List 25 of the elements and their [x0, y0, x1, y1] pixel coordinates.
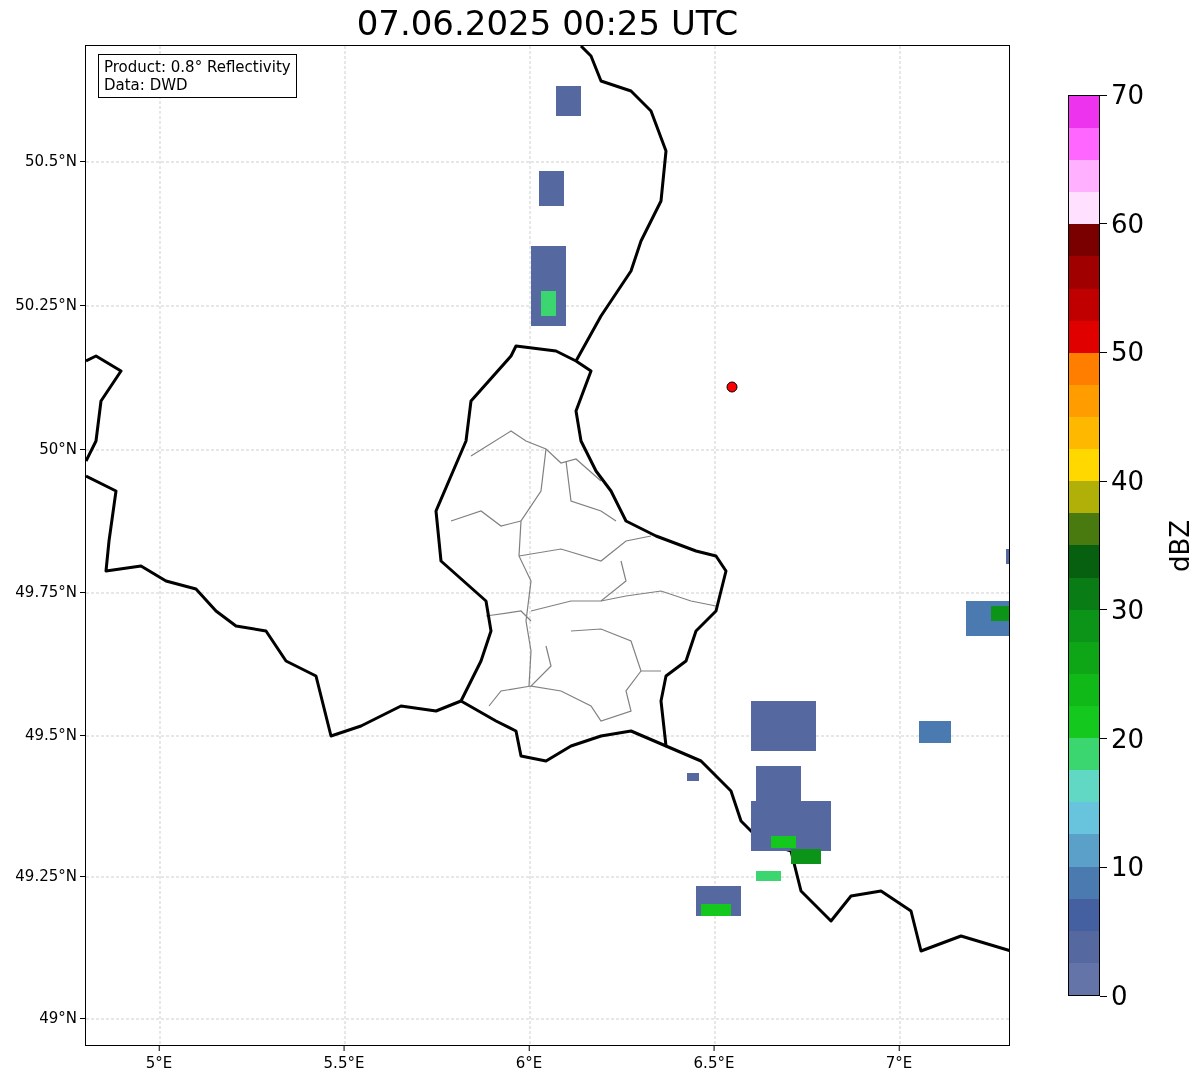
- colorbar-tick-label: 20: [1111, 723, 1145, 754]
- latitude-label: 50.25°N: [15, 296, 77, 314]
- longitude-label: 7°E: [885, 1054, 913, 1072]
- longitude-label: 5.5°E: [323, 1054, 365, 1072]
- chart-title: 07.06.2025 00:25 UTC: [355, 2, 740, 45]
- latitude-label: 49.75°N: [15, 583, 77, 601]
- radar-site-icon: [726, 381, 738, 393]
- latitude-label: 50.5°N: [24, 152, 77, 170]
- latitude-label: 49.25°N: [15, 867, 77, 885]
- latitude-label: 50°N: [39, 440, 77, 458]
- longitude-label: 5°E: [145, 1054, 173, 1072]
- latitude-label: 49°N: [39, 1009, 77, 1027]
- colorbar-tick-label: 60: [1111, 208, 1145, 239]
- product-label: Product: 0.8° Reflectivity: [104, 58, 291, 76]
- colorbar-tick-label: 70: [1111, 80, 1145, 110]
- data-source-label: Data: DWD: [104, 76, 189, 94]
- colorbar-tick-label: 30: [1111, 594, 1145, 625]
- colorbar-tick-label: 40: [1111, 466, 1145, 497]
- colorbar-tick-label: 50: [1111, 337, 1145, 368]
- colorbar-label: dBZ: [1165, 519, 1196, 572]
- longitude-label: 6°E: [515, 1054, 543, 1072]
- latitude-label: 49.5°N: [24, 726, 77, 744]
- colorbar-tick-label: 0: [1111, 981, 1128, 1011]
- colorbar-tick-label: 10: [1111, 852, 1145, 883]
- longitude-label: 6.5°E: [693, 1054, 735, 1072]
